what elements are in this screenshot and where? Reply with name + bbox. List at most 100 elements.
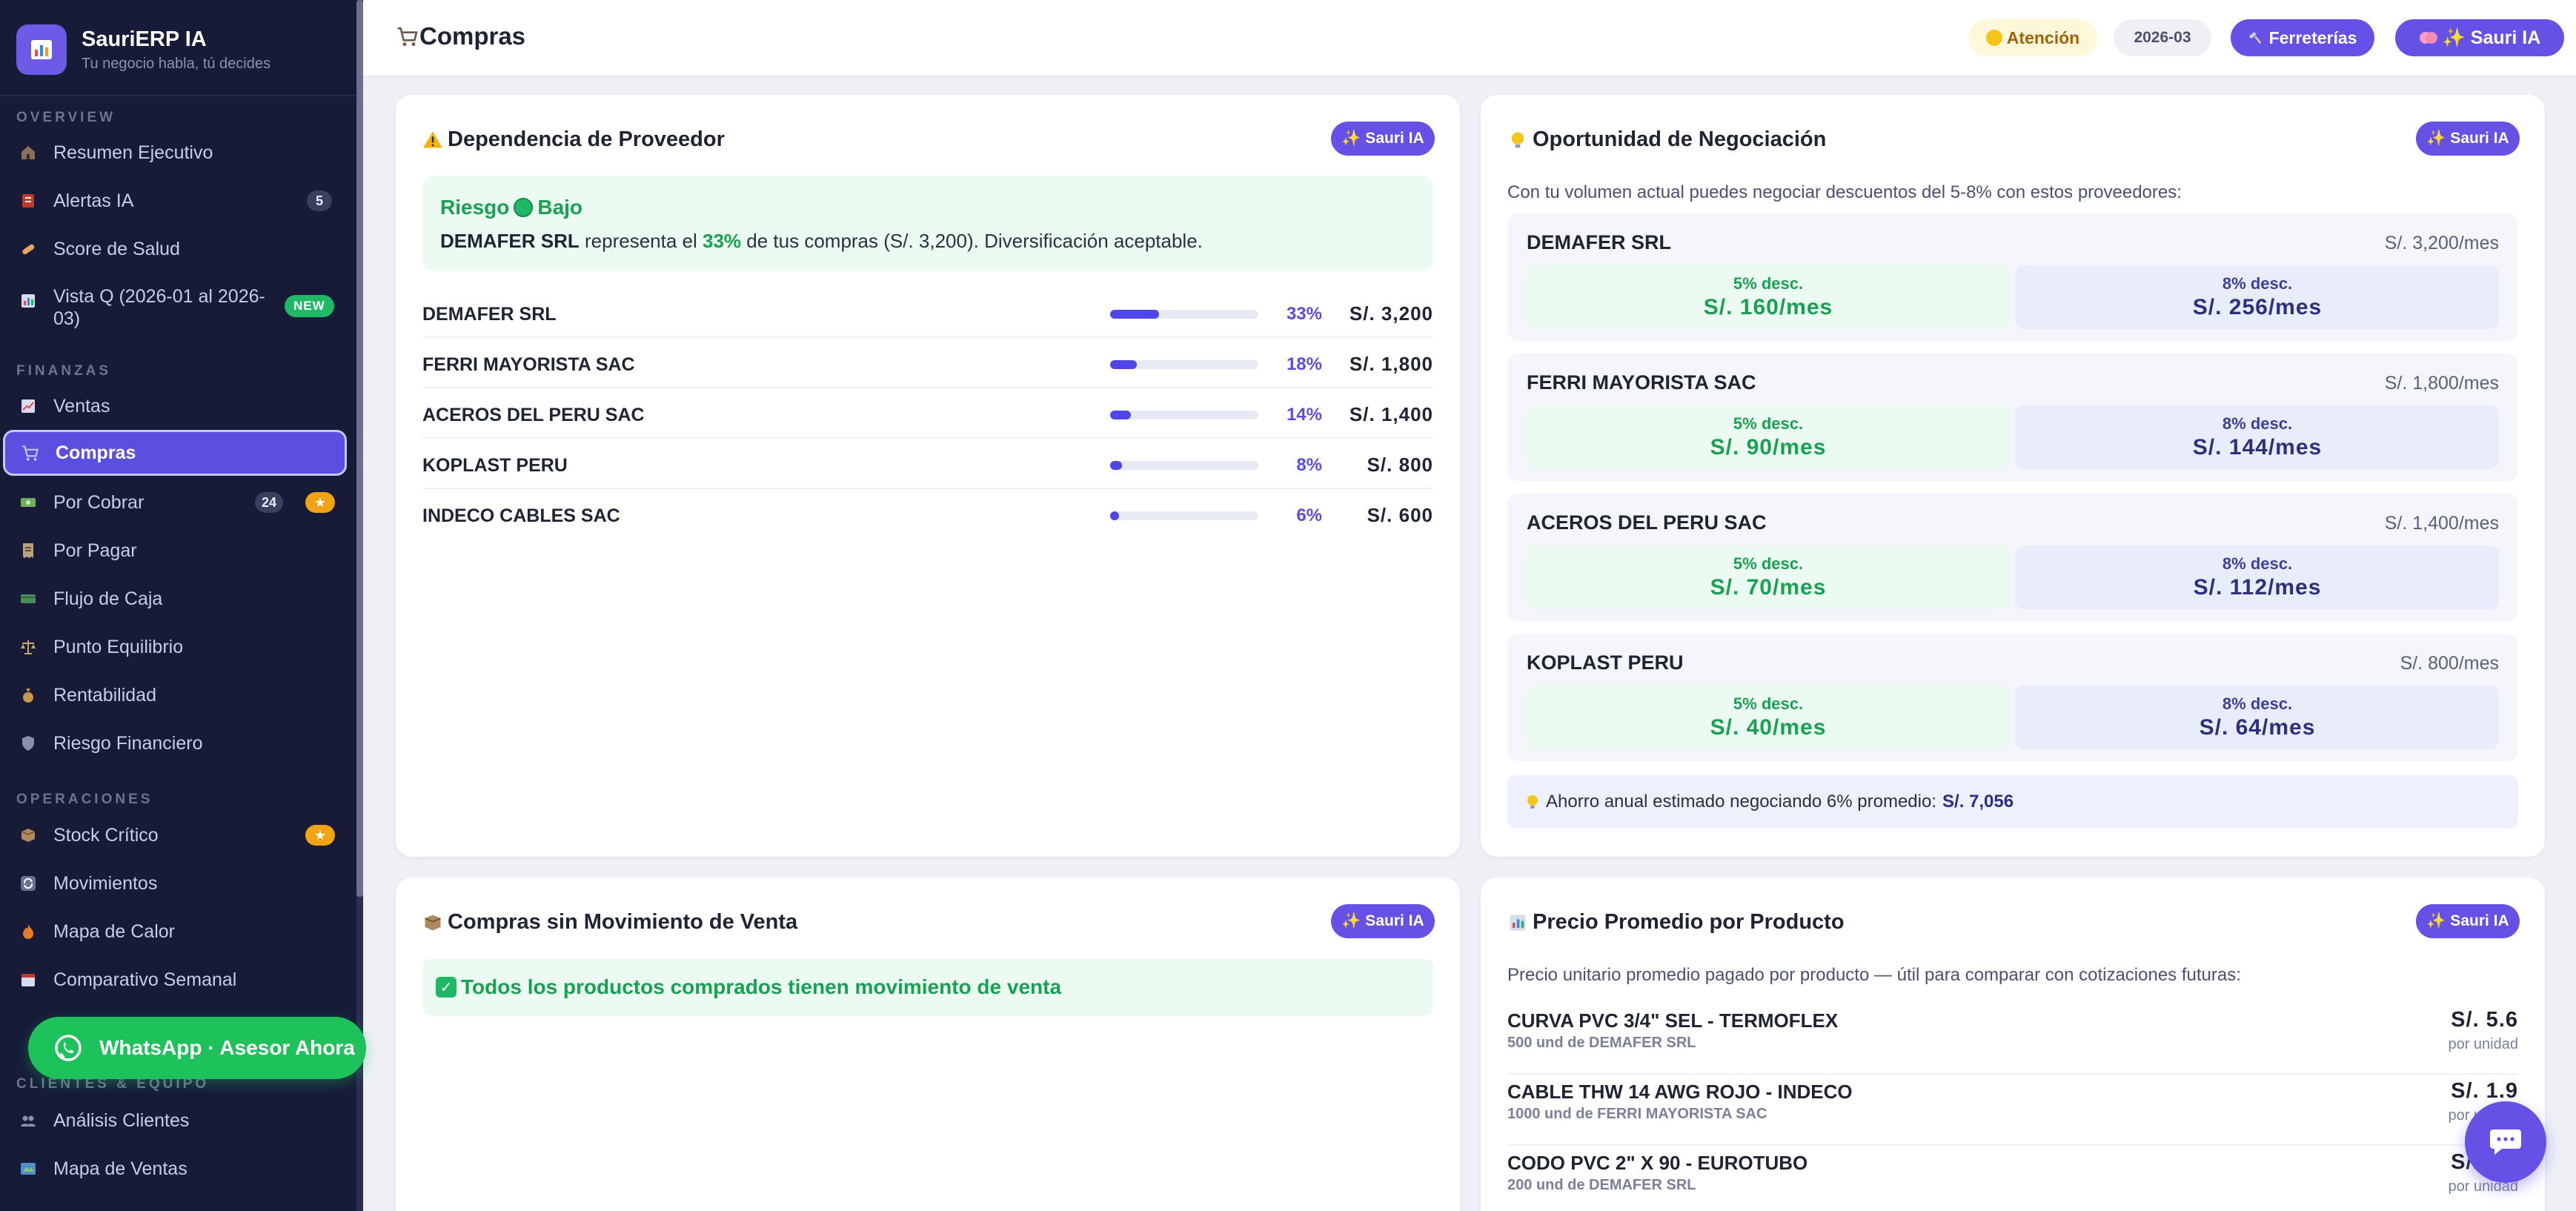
brand-name: SauriERP IA: [82, 27, 207, 51]
sidebar-item-riesgo-financiero[interactable]: Riesgo Financiero: [3, 720, 347, 766]
chart-icon: [1510, 915, 1526, 930]
negotiation-block: KOPLAST PERU S/. 800/mes 5% desc. S/. 40…: [1507, 634, 2518, 761]
risk-text-b: de tus compras (S/. 3,200). Diversificac…: [741, 230, 1203, 252]
sidebar-item-alertas-ia[interactable]: Alertas IA 5: [3, 178, 347, 224]
green-circle-icon: [514, 198, 534, 217]
product-price: S/. 5.6: [2451, 1008, 2518, 1032]
sidebar-item-label: Por Cobrar: [53, 492, 145, 513]
ferreterias-button[interactable]: Ferreterías: [2231, 19, 2374, 56]
trend-icon: [18, 396, 39, 417]
sauri-ia-button[interactable]: ✨ Sauri IA: [1331, 122, 1435, 156]
product-meta: 1000 und de FERRI MAYORISTA SAC: [1507, 1106, 1767, 1122]
share-percent: 8%: [1296, 455, 1322, 475]
table-row[interactable]: INDECO CABLES SAC 6% S/. 600: [422, 489, 1433, 540]
sidebar-item-mapa-de-calor[interactable]: Mapa de Calor: [3, 909, 347, 955]
sidebar-item-stock-critico[interactable]: Stock Crítico ★: [3, 812, 347, 858]
discount-8-cell: 8% desc. S/. 112/mes: [2016, 545, 2499, 609]
discount-5-label: 5% desc.: [1733, 274, 1804, 293]
share-bar-fill: [1110, 411, 1131, 419]
precio-promedio-card: Precio Promedio por Producto ✨ Sauri IA …: [1481, 877, 2545, 1211]
sidebar-divider: [0, 95, 356, 96]
sidebar-item-score-de-salud[interactable]: Score de Salud: [3, 226, 347, 272]
section-label-operaciones: OPERACIONES: [16, 792, 153, 807]
discount-5-cell: 5% desc. S/. 90/mes: [1527, 405, 2010, 469]
risk-summary-box: Riesgo Bajo DEMAFER SRL representa el 33…: [422, 176, 1433, 271]
card-title-text: Oportunidad de Negociación: [1533, 127, 1827, 151]
sidebar-item-ventas[interactable]: Ventas: [3, 383, 347, 429]
table-row[interactable]: FERRI MAYORISTA SAC 18% S/. 1,800: [422, 338, 1433, 388]
card-title-text: Dependencia de Proveedor: [448, 127, 725, 151]
card-title-text: Compras sin Movimiento de Venta: [448, 910, 798, 934]
sauri-ia-header-button[interactable]: ✨ Sauri IA: [2395, 19, 2564, 56]
table-row[interactable]: KOPLAST PERU 8% S/. 800: [422, 439, 1433, 489]
sidebar-item-movimientos[interactable]: Movimientos: [3, 860, 347, 906]
sidebar-item-label: Rentabilidad: [53, 685, 156, 706]
fire-icon: [18, 921, 39, 942]
risk-pct: 33%: [703, 230, 742, 252]
chat-fab-button[interactable]: [2465, 1101, 2546, 1183]
sidebar-item-por-pagar[interactable]: Por Pagar: [3, 528, 347, 574]
annual-savings-banner: Ahorro anual estimado negociando 6% prom…: [1507, 775, 2518, 829]
table-row[interactable]: DEMAFER SRL 33% S/. 3,200: [422, 288, 1433, 338]
sidebar-item-compras[interactable]: Compras: [3, 430, 347, 476]
share-percent: 33%: [1286, 304, 1322, 324]
card-subtitle: Precio unitario promedio pagado por prod…: [1507, 965, 2241, 985]
section-label-overview: OVERVIEW: [16, 110, 116, 125]
list-item[interactable]: CODO PVC 2" X 90 - EUROTUBO 200 und de D…: [1507, 1146, 2518, 1211]
sauri-ia-button[interactable]: ✨ Sauri IA: [2416, 904, 2520, 938]
sidebar-item-label: Comparativo Semanal: [53, 969, 237, 990]
monthly-amount: S/. 1,800/mes: [2384, 373, 2499, 394]
discount-8-cell: 8% desc. S/. 144/mes: [2016, 405, 2499, 469]
share-percent: 6%: [1296, 505, 1322, 525]
list-item[interactable]: CABLE THW 14 AWG ROJO - INDECO 1000 und …: [1507, 1075, 2518, 1146]
supplier-name: FERRI MAYORISTA SAC: [1527, 371, 1756, 394]
negotiation-block: FERRI MAYORISTA SAC S/. 1,800/mes 5% des…: [1507, 354, 2518, 481]
sidebar-item-label: Análisis Clientes: [53, 1110, 190, 1131]
receipt-icon: [18, 540, 39, 561]
sidebar-item-punto-equilibrio[interactable]: Punto Equilibrio: [3, 624, 347, 670]
discount-5-value: S/. 90/mes: [1710, 435, 1827, 459]
attention-status-pill[interactable]: Atención: [1968, 19, 2097, 56]
supplier-name: ACEROS DEL PERU SAC: [1527, 511, 1767, 534]
monthly-amount: S/. 3,200/mes: [2384, 233, 2499, 253]
supplier-amount: S/. 800: [1367, 454, 1433, 476]
sidebar-item-analisis-clientes[interactable]: Análisis Clientes: [3, 1098, 347, 1144]
sidebar-item-label: Punto Equilibrio: [53, 637, 184, 657]
risk-description: DEMAFER SRL representa el 33% de tus com…: [440, 230, 1203, 253]
discount-8-label: 8% desc.: [2222, 274, 2293, 293]
compras-sin-movimiento-card: Compras sin Movimiento de Venta ✨ Sauri …: [396, 877, 1460, 1211]
page-title: Compras: [396, 22, 525, 50]
whatsapp-advisor-button[interactable]: WhatsApp · Asesor Ahora: [28, 1017, 366, 1079]
sidebar-item-vista-q[interactable]: Vista Q (2026-01 al 2026-03) NEW: [3, 274, 347, 341]
monthly-amount: S/. 1,400/mes: [2384, 513, 2499, 534]
chart-icon: [18, 291, 39, 311]
users-icon: [18, 1110, 39, 1131]
sidebar-item-label: Alertas IA: [53, 190, 134, 211]
sauri-ia-button[interactable]: ✨ Sauri IA: [1331, 904, 1435, 938]
share-percent: 18%: [1286, 354, 1322, 374]
risk-title: Riesgo Bajo: [440, 196, 582, 219]
star-badge: ★: [305, 825, 335, 846]
sidebar-item-flujo-de-caja[interactable]: Flujo de Caja: [3, 576, 347, 622]
brand[interactable]: SauriERP IA Tu negocio habla, tú decides: [16, 24, 270, 75]
page-title-text: Compras: [419, 22, 526, 50]
sidebar-item-comparativo-semanal[interactable]: Comparativo Semanal: [3, 957, 347, 1003]
savings-value: S/. 7,056: [1942, 792, 2014, 812]
risk-supplier: DEMAFER SRL: [440, 230, 580, 252]
sidebar-scrollbar-thumb[interactable]: [356, 0, 363, 897]
discount-8-cell: 8% desc. S/. 64/mes: [2016, 686, 2499, 749]
sauri-ia-button[interactable]: ✨ Sauri IA: [2416, 122, 2520, 156]
discount-5-label: 5% desc.: [1733, 414, 1804, 433]
sidebar-item-resumen-ejecutivo[interactable]: Resumen Ejecutivo: [3, 130, 347, 176]
sidebar-item-rentabilidad[interactable]: Rentabilidad: [3, 672, 347, 718]
sidebar-item-label: Mapa de Ventas: [53, 1158, 187, 1179]
sidebar-item-por-cobrar[interactable]: Por Cobrar 24 ★: [3, 480, 347, 525]
cash-icon: [18, 588, 39, 609]
supplier-amount: S/. 3,200: [1349, 302, 1433, 325]
sidebar-item-mapa-de-ventas[interactable]: Mapa de Ventas: [3, 1146, 347, 1192]
table-row[interactable]: ACEROS DEL PERU SAC 14% S/. 1,400: [422, 388, 1433, 439]
list-item[interactable]: CURVA PVC 3/4" SEL - TERMOFLEX 500 und d…: [1507, 1003, 2518, 1075]
top-bar: Compras Atención 2026-03 Ferreterías ✨ S…: [363, 0, 2576, 77]
brand-logo-icon: [16, 24, 67, 75]
period-pill[interactable]: 2026-03: [2114, 19, 2211, 56]
